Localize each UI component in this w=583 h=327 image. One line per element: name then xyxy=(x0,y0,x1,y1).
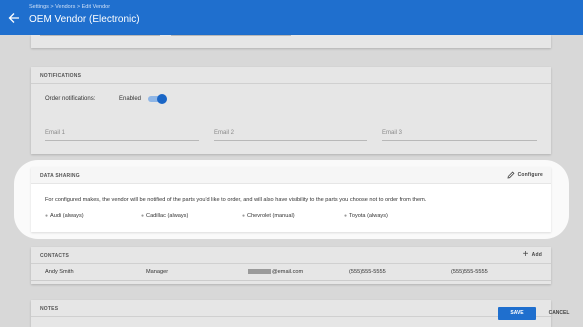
cancel-button[interactable]: CANCEL xyxy=(542,307,576,320)
make-label: Toyota (always) xyxy=(349,213,388,219)
pencil-icon xyxy=(507,171,515,179)
configure-button[interactable]: Configure xyxy=(507,171,543,179)
contacts-heading: CONTACTS + Add xyxy=(31,247,551,264)
order-notifications-label: Order notifications: xyxy=(45,96,96,102)
email-2-placeholder: Email 2 xyxy=(214,130,235,136)
page-title: OEM Vendor (Electronic) xyxy=(29,14,140,25)
field-underline xyxy=(40,35,160,36)
email-1-placeholder: Email 1 xyxy=(45,130,66,136)
email-3-placeholder: Email 3 xyxy=(382,130,403,136)
app-bar: Settings > Vendors > Edit Vendor OEM Ven… xyxy=(0,0,583,35)
back-button[interactable] xyxy=(8,12,24,28)
data-sharing-title: DATA SHARING xyxy=(40,173,80,179)
contact-email: @email.com xyxy=(248,269,303,275)
make-label: Cadillac (always) xyxy=(146,213,189,219)
make-label: Audi (always) xyxy=(50,213,84,219)
add-contact-button[interactable]: + Add xyxy=(523,250,542,260)
table-row[interactable]: Andy Smith Manager @email.com (555)555-5… xyxy=(31,264,551,281)
contact-email-domain: @email.com xyxy=(272,269,304,275)
notes-card: NOTES xyxy=(31,300,551,327)
contact-name: Andy Smith xyxy=(45,269,74,275)
plus-icon: + xyxy=(522,249,529,260)
save-button[interactable]: SAVE xyxy=(498,307,536,320)
toggle-knob xyxy=(157,94,167,104)
field-underline xyxy=(171,35,291,36)
make-label: Chevrolet (manual) xyxy=(247,213,295,219)
order-notifications-toggle[interactable] xyxy=(148,94,167,104)
order-notifications-state: Enabled xyxy=(119,96,142,102)
email-1-field[interactable]: Email 1 xyxy=(45,128,199,141)
notes-heading: NOTES xyxy=(31,300,551,317)
email-2-field[interactable]: Email 2 xyxy=(214,128,367,141)
contacts-card: CONTACTS + Add Andy Smith Manager @email… xyxy=(31,247,551,284)
data-sharing-card: DATA SHARING Configure For configured ma… xyxy=(31,167,551,232)
contact-phone: (555)555-5555 xyxy=(349,269,386,275)
configure-label: Configure xyxy=(517,172,543,178)
data-sharing-description: For configured makes, the vendor will be… xyxy=(45,197,427,203)
contacts-title: CONTACTS xyxy=(40,253,70,259)
breadcrumb: Settings > Vendors > Edit Vendor xyxy=(29,4,111,10)
vendor-info-card xyxy=(31,35,551,48)
notifications-heading: NOTIFICATIONS xyxy=(31,67,551,84)
add-contact-label: Add xyxy=(531,252,542,258)
contact-role: Manager xyxy=(146,269,169,275)
redacted-block xyxy=(248,269,271,275)
data-sharing-heading: DATA SHARING Configure xyxy=(31,167,551,184)
email-3-field[interactable]: Email 3 xyxy=(382,128,537,141)
make-item: ● Cadillac (always) xyxy=(141,213,189,219)
make-item: ● Chevrolet (manual) xyxy=(242,213,295,219)
make-item: ● Audi (always) xyxy=(45,213,84,219)
arrow-left-icon xyxy=(8,13,19,23)
make-item: ● Toyota (always) xyxy=(344,213,388,219)
notifications-card: NOTIFICATIONS Order notifications: Enabl… xyxy=(31,67,551,154)
contact-phone-alt: (555)555-5555 xyxy=(451,269,488,275)
